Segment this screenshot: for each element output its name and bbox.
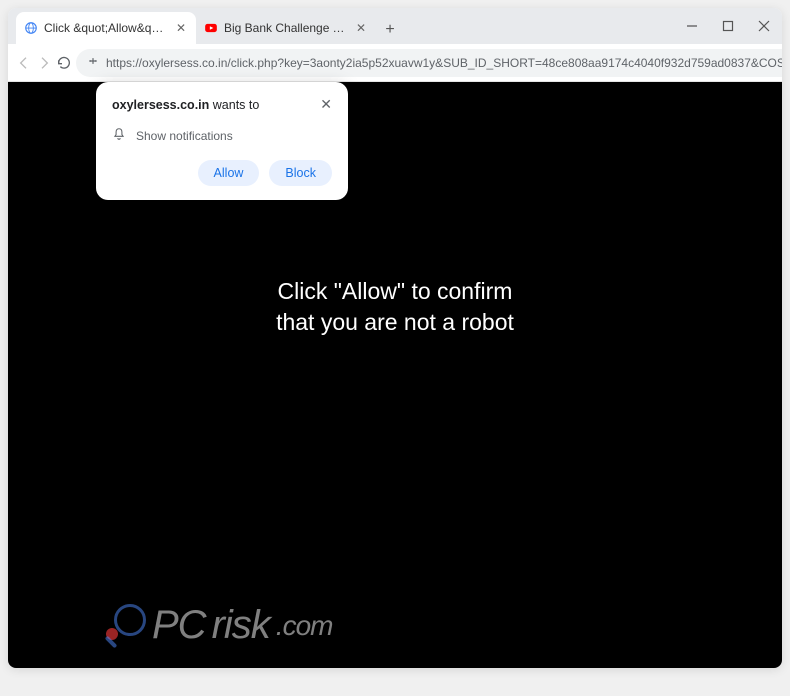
address-bar[interactable]: https://oxylersess.co.in/click.php?key=3… xyxy=(76,49,782,77)
permission-wants-to: wants to xyxy=(213,98,260,112)
close-icon[interactable]: ✕ xyxy=(354,21,368,35)
tab-inactive[interactable]: Big Bank Challenge TIKTOK #ti ✕ xyxy=(196,12,376,44)
tab-strip: Click &quot;Allow&quot; ✕ Big Bank Chall… xyxy=(8,8,782,44)
site-info-icon[interactable] xyxy=(86,54,100,71)
globe-icon xyxy=(24,21,38,35)
reload-button[interactable] xyxy=(56,49,72,77)
magnifier-icon xyxy=(102,604,146,648)
watermark-com: .com xyxy=(276,610,333,642)
permission-item-label: Show notifications xyxy=(136,129,233,143)
tab-active[interactable]: Click &quot;Allow&quot; ✕ xyxy=(16,12,196,44)
youtube-icon xyxy=(204,21,218,35)
close-window-button[interactable] xyxy=(746,8,782,44)
new-tab-button[interactable]: + xyxy=(376,16,404,44)
message-line-1: Click "Allow" to confirm xyxy=(276,276,514,307)
window-controls xyxy=(674,8,782,44)
forward-button[interactable] xyxy=(36,49,52,77)
url-text: https://oxylersess.co.in/click.php?key=3… xyxy=(106,56,782,70)
tab-title: Click &quot;Allow&quot; xyxy=(44,21,168,35)
bell-icon xyxy=(112,127,126,144)
allow-button[interactable]: Allow xyxy=(198,160,260,186)
permission-domain: oxylersess.co.in xyxy=(112,98,209,112)
maximize-button[interactable] xyxy=(710,8,746,44)
message-line-2: that you are not a robot xyxy=(276,307,514,338)
minimize-button[interactable] xyxy=(674,8,710,44)
permission-title: oxylersess.co.in wants to xyxy=(112,98,259,112)
page-message: Click "Allow" to confirm that you are no… xyxy=(276,276,514,338)
watermark-pc: PC xyxy=(152,603,206,648)
watermark: PCrisk.com xyxy=(102,603,332,648)
tab-title: Big Bank Challenge TIKTOK #ti xyxy=(224,21,348,35)
block-button[interactable]: Block xyxy=(269,160,332,186)
page-content: oxylersess.co.in wants to ✕ Show notific… xyxy=(8,82,782,668)
close-icon[interactable]: ✕ xyxy=(174,21,188,35)
permission-prompt: oxylersess.co.in wants to ✕ Show notific… xyxy=(96,82,348,200)
back-button[interactable] xyxy=(16,49,32,77)
close-icon[interactable]: ✕ xyxy=(320,96,332,113)
watermark-risk: risk xyxy=(212,603,270,648)
browser-window: Click &quot;Allow&quot; ✕ Big Bank Chall… xyxy=(8,8,782,668)
toolbar: https://oxylersess.co.in/click.php?key=3… xyxy=(8,44,782,82)
